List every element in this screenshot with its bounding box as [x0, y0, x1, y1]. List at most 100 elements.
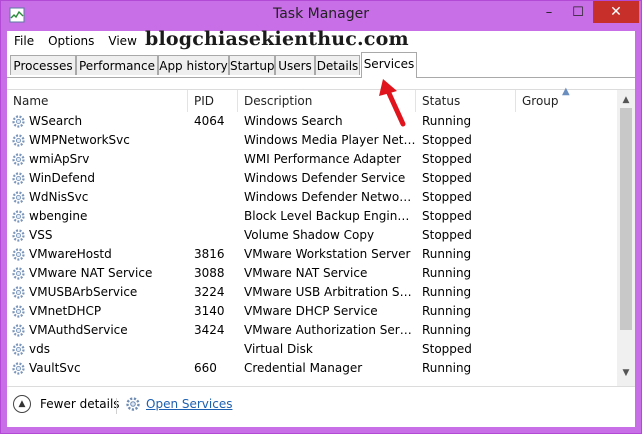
gear-icon: [12, 172, 25, 185]
service-name: VMware NAT Service: [29, 266, 153, 280]
scroll-down-icon[interactable]: ▼: [617, 366, 635, 380]
service-group: [516, 321, 617, 340]
table-row[interactable]: VMAuthdService 3424 VMware Authorization S…: [7, 321, 617, 340]
tab-users[interactable]: Users: [275, 55, 315, 75]
maximize-button[interactable]: ☐: [565, 1, 591, 23]
service-name: VMAuthdService: [29, 323, 128, 337]
column-header-name[interactable]: Name: [7, 90, 188, 112]
close-button[interactable]: ✕: [593, 1, 639, 23]
service-pid: [188, 207, 238, 226]
service-description: Windows Defender Service: [244, 171, 406, 185]
service-group: [516, 245, 617, 264]
service-pid: [188, 150, 238, 169]
service-group: [516, 359, 617, 378]
service-name: VMwareHostd: [29, 247, 112, 261]
service-description: Volume Shadow Copy: [244, 228, 375, 242]
service-group: [516, 112, 617, 131]
scroll-up-icon[interactable]: ▲: [617, 93, 635, 107]
vertical-scrollbar[interactable]: ▲ ▼: [617, 90, 635, 386]
column-header-description[interactable]: Description: [238, 90, 416, 112]
service-group: [516, 302, 617, 321]
gear-icon: [12, 210, 25, 223]
service-name: wbengine: [29, 209, 88, 223]
table-row[interactable]: wmiApSrv WMI Performance Adapter Stopped: [7, 150, 617, 169]
tab-details[interactable]: Details: [315, 55, 360, 75]
service-status: Running: [422, 285, 472, 299]
table-row[interactable]: WSearch 4064 Windows Search Running: [7, 112, 617, 131]
service-pid: 4064: [194, 114, 225, 128]
service-description: VMware Authorization Service: [244, 323, 416, 337]
menu-view[interactable]: View: [101, 34, 143, 48]
service-pid: [188, 226, 238, 245]
table-row[interactable]: VMwareHostd 3816 VMware Workstation Server…: [7, 245, 617, 264]
table-row[interactable]: VSS Volume Shadow Copy Stopped: [7, 226, 617, 245]
gear-icon: [12, 134, 25, 147]
table-row[interactable]: WdNisSvc Windows Defender Network I... Sto…: [7, 188, 617, 207]
fewer-details-button[interactable]: ▲ Fewer details: [13, 395, 120, 413]
table-row[interactable]: WMPNetworkSvc Windows Media Player Netw..…: [7, 131, 617, 150]
watermark-text: blogchiasekienthuc.com: [145, 28, 409, 50]
service-name: wmiApSrv: [29, 152, 90, 166]
service-group: [516, 169, 617, 188]
tab-startup[interactable]: Startup: [229, 55, 275, 75]
service-name: WdNisSvc: [29, 190, 89, 204]
service-name-cell: WinDefend: [7, 169, 188, 188]
service-name: vds: [29, 342, 50, 356]
menu-options[interactable]: Options: [41, 34, 101, 48]
table-row[interactable]: VMnetDHCP 3140 VMware DHCP Service Running: [7, 302, 617, 321]
service-name: VSS: [29, 228, 53, 242]
table-row[interactable]: WinDefend Windows Defender Service Stopped: [7, 169, 617, 188]
open-services-link[interactable]: Open Services: [125, 396, 232, 412]
table-row[interactable]: wbengine Block Level Backup Engine Se... S…: [7, 207, 617, 226]
menu-file[interactable]: File: [7, 34, 41, 48]
service-status: Stopped: [422, 152, 472, 166]
gear-icon: [12, 362, 25, 375]
service-group: [516, 340, 617, 359]
table-row[interactable]: vds Virtual Disk Stopped: [7, 340, 617, 359]
service-group: [516, 226, 617, 245]
service-name: VMUSBArbService: [29, 285, 138, 299]
service-pid: [188, 169, 238, 188]
scroll-thumb[interactable]: [620, 108, 632, 330]
table-row[interactable]: VMware NAT Service 3088 VMware NAT Service…: [7, 264, 617, 283]
tab-services[interactable]: Services: [361, 52, 417, 78]
minimize-button[interactable]: –: [535, 1, 563, 23]
gear-icon: [12, 267, 25, 280]
gear-icon: [12, 115, 25, 128]
gear-icon: [12, 153, 25, 166]
client-area: File Options View blogchiasekienthuc.com…: [7, 28, 635, 427]
service-name-cell: VSS: [7, 226, 188, 245]
tab-processes[interactable]: Processes: [10, 55, 76, 75]
service-description: Credential Manager: [244, 361, 363, 375]
service-name: WinDefend: [29, 171, 95, 185]
service-group: [516, 188, 617, 207]
footer-bar: ▲ Fewer details Open Services: [7, 387, 635, 427]
service-description: Windows Media Player Netw...: [244, 133, 416, 147]
gear-icon: [12, 229, 25, 242]
service-status: Running: [422, 266, 472, 280]
tab-performance[interactable]: Performance: [76, 55, 158, 75]
footer-separator: [116, 398, 117, 414]
open-services-label: Open Services: [146, 397, 233, 411]
table-row[interactable]: VaultSvc 660 Credential Manager Running: [7, 359, 617, 378]
gear-icon: [12, 286, 25, 299]
gear-icon: [12, 305, 25, 318]
service-group: [516, 283, 617, 302]
gear-icon: [12, 324, 25, 337]
service-status: Stopped: [422, 342, 472, 356]
service-group: [516, 150, 617, 169]
gear-icon: [126, 397, 140, 411]
service-group: [516, 131, 617, 150]
service-status: Stopped: [422, 133, 472, 147]
service-name: WSearch: [29, 114, 83, 128]
tab-app-history[interactable]: App history: [158, 55, 229, 75]
service-description: WMI Performance Adapter: [244, 152, 402, 166]
service-description: Virtual Disk: [244, 342, 313, 356]
title-bar[interactable]: Task Manager – ☐ ✕: [1, 1, 641, 31]
service-status: Running: [422, 247, 472, 261]
service-pid: 3140: [194, 304, 225, 318]
column-header-pid[interactable]: PID: [188, 90, 238, 112]
table-row[interactable]: VMUSBArbService 3224 VMware USB Arbitratio…: [7, 283, 617, 302]
column-header-status[interactable]: Status: [416, 90, 516, 112]
service-description: VMware NAT Service: [244, 266, 368, 280]
